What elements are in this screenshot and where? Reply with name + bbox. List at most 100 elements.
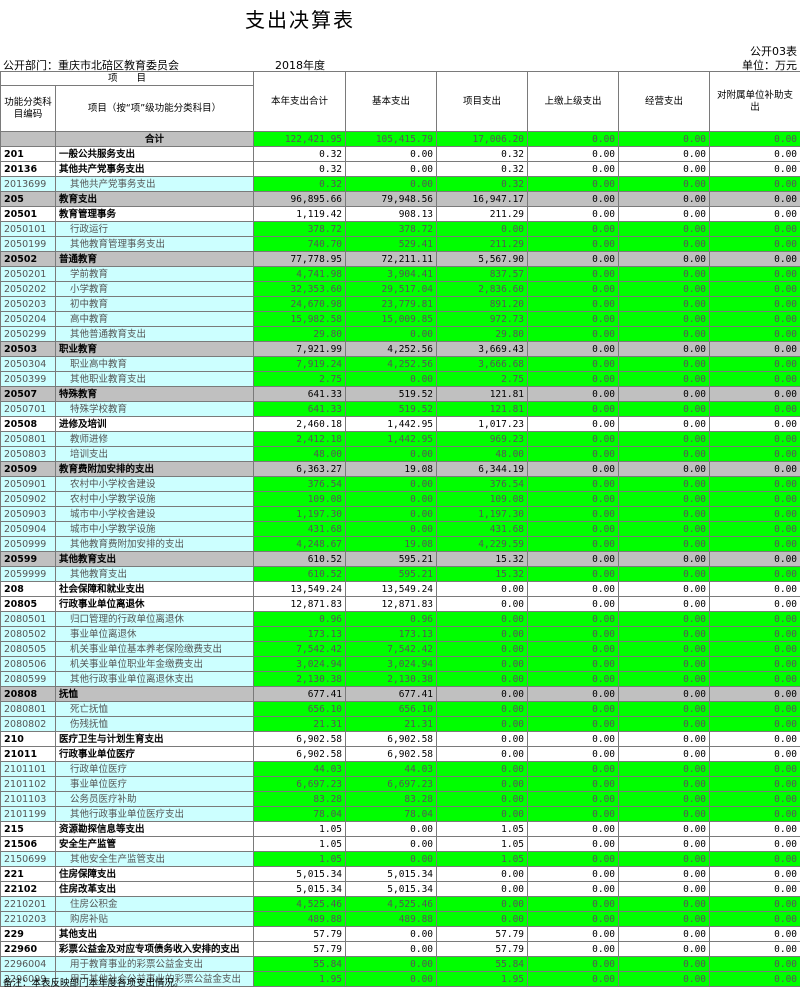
row-business: 0.00	[619, 807, 710, 822]
row-subsidy: 0.00	[710, 777, 800, 792]
row-project: 0.00	[437, 777, 528, 792]
row-project: 837.57	[437, 267, 528, 282]
row-name: 住房公积金	[56, 897, 254, 912]
row-project: 0.00	[437, 792, 528, 807]
row-subsidy: 0.00	[710, 627, 800, 642]
row-name: 一般公共服务支出	[56, 147, 254, 162]
row-name: 培训支出	[56, 447, 254, 462]
row-business: 0.00	[619, 162, 710, 177]
row-basic: 23,779.81	[346, 297, 437, 312]
header-business: 经营支出	[619, 72, 710, 132]
row-business: 0.00	[619, 957, 710, 972]
row-code: 2050902	[1, 492, 56, 507]
row-basic: 908.13	[346, 207, 437, 222]
row-business: 0.00	[619, 297, 710, 312]
row-basic: 2,130.38	[346, 672, 437, 687]
row-basic: 0.00	[346, 957, 437, 972]
row-business: 0.00	[619, 192, 710, 207]
row-upper: 0.00	[528, 492, 619, 507]
row-business: 0.00	[619, 132, 710, 147]
row-business: 0.00	[619, 612, 710, 627]
table-row: 221住房保障支出5,015.345,015.340.000.000.000.0…	[1, 867, 800, 882]
table-row: 2050999其他教育费附加安排的支出4,248.6719.084,229.59…	[1, 537, 800, 552]
row-name: 其他教育支出	[56, 567, 254, 582]
row-subsidy: 0.00	[710, 957, 800, 972]
table-row: 205教育支出96,895.6679,948.5616,947.170.000.…	[1, 192, 800, 207]
row-basic: 4,252.56	[346, 342, 437, 357]
row-code: 210	[1, 732, 56, 747]
row-basic: 78.04	[346, 807, 437, 822]
row-total: 7,542.42	[254, 642, 346, 657]
row-basic: 0.00	[346, 447, 437, 462]
row-upper: 0.00	[528, 327, 619, 342]
row-total: 641.33	[254, 387, 346, 402]
row-total: 6,902.58	[254, 747, 346, 762]
row-subsidy: 0.00	[710, 522, 800, 537]
row-project: 15.32	[437, 552, 528, 567]
row-name: 教师进修	[56, 432, 254, 447]
row-project: 121.81	[437, 402, 528, 417]
row-project: 0.00	[437, 222, 528, 237]
row-project: 0.00	[437, 897, 528, 912]
row-subsidy: 0.00	[710, 867, 800, 882]
row-subsidy: 0.00	[710, 177, 800, 192]
row-project: 0.00	[437, 672, 528, 687]
row-upper: 0.00	[528, 717, 619, 732]
row-business: 0.00	[619, 972, 710, 987]
row-total: 610.52	[254, 567, 346, 582]
row-code: 205	[1, 192, 56, 207]
row-upper: 0.00	[528, 462, 619, 477]
header-project: 项目支出	[437, 72, 528, 132]
row-total: 4,248.67	[254, 537, 346, 552]
row-name: 初中教育	[56, 297, 254, 312]
table-row: 20509教育费附加安排的支出6,363.2719.086,344.190.00…	[1, 462, 800, 477]
row-total: 0.96	[254, 612, 346, 627]
row-code: 20509	[1, 462, 56, 477]
row-upper: 0.00	[528, 222, 619, 237]
table-row: 2050701特殊学校教育641.33519.52121.810.000.000…	[1, 402, 800, 417]
row-upper: 0.00	[528, 627, 619, 642]
row-basic: 489.88	[346, 912, 437, 927]
header-basic: 基本支出	[346, 72, 437, 132]
row-total: 4,525.46	[254, 897, 346, 912]
row-subsidy: 0.00	[710, 882, 800, 897]
row-basic: 0.00	[346, 372, 437, 387]
row-subsidy: 0.00	[710, 657, 800, 672]
row-basic: 12,871.83	[346, 597, 437, 612]
row-code: 2080501	[1, 612, 56, 627]
row-total: 6,363.27	[254, 462, 346, 477]
table-row: 2050801教师进修2,412.181,442.95969.230.000.0…	[1, 432, 800, 447]
row-code: 2050903	[1, 507, 56, 522]
table-row: 2080802伤残抚恤21.3121.310.000.000.000.00	[1, 717, 800, 732]
row-subsidy: 0.00	[710, 357, 800, 372]
row-code: 20599	[1, 552, 56, 567]
row-project: 57.79	[437, 927, 528, 942]
row-business: 0.00	[619, 852, 710, 867]
table-row: 229其他支出57.790.0057.790.000.000.00	[1, 927, 800, 942]
row-business: 0.00	[619, 762, 710, 777]
row-project: 0.00	[437, 732, 528, 747]
row-name: 其他支出	[56, 927, 254, 942]
row-subsidy: 0.00	[710, 852, 800, 867]
row-subsidy: 0.00	[710, 732, 800, 747]
row-upper: 0.00	[528, 342, 619, 357]
row-total: 677.41	[254, 687, 346, 702]
row-total: 5,015.34	[254, 882, 346, 897]
row-subsidy: 0.00	[710, 612, 800, 627]
row-name: 购房补贴	[56, 912, 254, 927]
row-upper: 0.00	[528, 357, 619, 372]
row-total: 83.28	[254, 792, 346, 807]
row-upper: 0.00	[528, 702, 619, 717]
row-upper: 0.00	[528, 642, 619, 657]
table-row: 20599其他教育支出610.52595.2115.320.000.000.00	[1, 552, 800, 567]
row-upper: 0.00	[528, 507, 619, 522]
row-subsidy: 0.00	[710, 792, 800, 807]
row-upper: 0.00	[528, 372, 619, 387]
row-project: 211.29	[437, 237, 528, 252]
row-project: 0.00	[437, 597, 528, 612]
row-total: 2,460.18	[254, 417, 346, 432]
row-business: 0.00	[619, 552, 710, 567]
row-business: 0.00	[619, 147, 710, 162]
row-code	[1, 132, 56, 147]
row-total: 24,670.98	[254, 297, 346, 312]
